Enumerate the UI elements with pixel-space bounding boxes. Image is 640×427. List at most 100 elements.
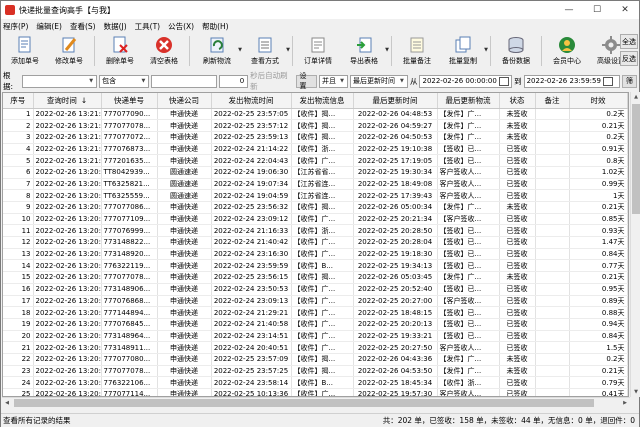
table-row[interactable]: 202022-02-26 13:20:40773148964...申通快递202… — [3, 330, 628, 343]
toolbar-separator — [94, 36, 95, 66]
toolbar-button-1[interactable]: 修改单号 — [47, 34, 91, 68]
to-date-input[interactable]: 2022-02-26 23:59:59 — [523, 74, 621, 88]
column-header-0[interactable]: 序号 — [3, 93, 34, 109]
toolbar-button-label: 清空表格 — [150, 57, 178, 65]
scrollbar-thumb[interactable] — [632, 104, 640, 214]
toolbar-button-4[interactable]: 刷新物流 ▼ — [193, 34, 242, 68]
table-row[interactable]: 152022-02-26 13:20:40777077078...申通快递202… — [3, 271, 628, 284]
table-cell: 2022-02-24 19:06:30 — [211, 166, 292, 179]
table-cell: 申通快递 — [157, 388, 212, 396]
table-row[interactable]: 212022-02-26 13:20:40773148911...申通快递202… — [3, 341, 628, 354]
from-date-input[interactable]: 2022-02-26 00:00:00 — [419, 74, 513, 88]
toolbar-button-10[interactable]: 备份数据 — [494, 34, 538, 68]
table-cell: TT6325821... — [101, 178, 158, 191]
date-field-select[interactable]: 最后更新时间 ▼ — [350, 74, 408, 88]
scroll-up-icon[interactable]: ▲ — [631, 92, 640, 102]
settings-button[interactable]: 设置 — [295, 72, 317, 90]
table-row[interactable]: 182022-02-26 13:20:40777144894...申通快递202… — [3, 306, 628, 319]
table-row[interactable]: 172022-02-26 13:20:40777076868...申通快递202… — [3, 295, 628, 308]
column-header-8[interactable]: 状态 — [499, 93, 536, 109]
toolbar-button-9[interactable]: 批量复制 ▼ — [439, 34, 488, 68]
match-mode-select[interactable]: 包含 ▼ — [99, 74, 150, 88]
horizontal-scrollbar[interactable]: ◀ ▶ — [2, 397, 630, 407]
menu-item-2[interactable]: 查看(S) — [70, 21, 96, 32]
table-row[interactable]: 222022-02-26 13:20:40777077080...申通快递202… — [3, 353, 628, 366]
table-row[interactable]: 12022-02-26 13:21:23777077090...申通快递2022… — [3, 108, 628, 121]
table-cell: 777076999... — [101, 224, 158, 238]
column-header-10[interactable]: 时效 — [569, 93, 628, 109]
toolbar-button-5[interactable]: 查看方式 ▼ — [241, 34, 290, 68]
table-row[interactable]: 142022-02-26 13:20:40776322119...申通快递202… — [3, 259, 628, 273]
table-cell: 16 — [3, 283, 34, 296]
table-row[interactable]: 72022-02-26 13:20:51TT6325821...圆通速递2022… — [3, 178, 628, 191]
table-row[interactable]: 242022-02-26 13:20:40776322106...申通快递202… — [3, 376, 628, 389]
table-row[interactable]: 82022-02-26 13:20:49TT6325559...圆通速递2022… — [3, 189, 628, 202]
dropdown-arrow-icon[interactable]: ▼ — [286, 47, 290, 53]
dropdown-arrow-icon[interactable]: ▼ — [484, 47, 488, 53]
vertical-scrollbar[interactable]: ▲ ▼ — [630, 92, 640, 397]
table-cell: 777144894... — [101, 306, 158, 319]
table-row[interactable]: 62022-02-26 13:20:53TT8042939...圆通速递2022… — [3, 166, 628, 179]
table-cell: 申通快递 — [157, 259, 212, 273]
scroll-left-icon[interactable]: ◀ — [2, 398, 12, 408]
toolbar-button-11[interactable]: 会员中心 — [545, 34, 589, 68]
toolbar-button-0[interactable]: 添加单号 — [3, 34, 47, 68]
table-row[interactable]: 192022-02-26 13:20:40777076845...申通快递202… — [3, 318, 628, 331]
toolbar-button-3[interactable]: 清空表格 — [142, 34, 186, 68]
column-header-9[interactable]: 备注 — [535, 93, 570, 109]
menu-item-1[interactable]: 编辑(E) — [36, 21, 62, 32]
close-button[interactable]: ✕ — [611, 1, 639, 19]
table-row[interactable]: 122022-02-26 13:20:46773148822...申通快递202… — [3, 236, 628, 249]
menu-item-5[interactable]: 公告(X) — [168, 21, 194, 32]
column-header-7[interactable]: 最后更新物流 — [437, 93, 500, 109]
select-all-button[interactable]: 全选 — [620, 34, 638, 49]
column-header-6[interactable]: 最后更新时间 — [353, 93, 438, 109]
table-row[interactable]: 32022-02-26 13:21:19777077072...申通快递2022… — [3, 131, 628, 144]
menu-item-3[interactable]: 数据(J) — [104, 21, 127, 32]
table-row[interactable]: 252022-02-26 13:20:40777077114...申通快递202… — [3, 388, 628, 396]
table-cell — [535, 271, 570, 284]
column-header-5[interactable]: 发出物流信息 — [291, 93, 354, 109]
table-cell: 申通快递 — [157, 224, 212, 238]
toolbar-button-label: 会员中心 — [553, 57, 581, 65]
menu-item-4[interactable]: 工具(T) — [135, 21, 160, 32]
toolbar-button-2[interactable]: 删除单号 — [98, 34, 142, 68]
logic-select[interactable]: 并且 ▼ — [319, 74, 349, 88]
menu-item-0[interactable]: 程序(P) — [3, 21, 28, 32]
maximize-button[interactable]: ☐ — [583, 1, 611, 19]
table-row[interactable]: 22022-02-26 13:21:22777077078...申通快递2022… — [3, 119, 628, 132]
scroll-down-icon[interactable]: ▼ — [631, 387, 640, 397]
toolbar-button-8[interactable]: 批量备注 — [395, 34, 439, 68]
table-row[interactable]: 162022-02-26 13:20:40773148906...申通快递202… — [3, 283, 628, 296]
invert-selection-button[interactable]: 反选 — [620, 51, 638, 66]
scrollbar-thumb[interactable] — [14, 399, 594, 407]
table-row[interactable]: 52022-02-26 13:21:17777201635...申通快递2022… — [3, 154, 628, 167]
calendar-icon[interactable] — [602, 76, 613, 86]
toolbar-button-7[interactable]: 导出表格 ▼ — [340, 34, 389, 68]
calendar-icon[interactable] — [498, 76, 509, 86]
minimize-button[interactable]: — — [555, 1, 583, 19]
table-row[interactable]: 112022-02-26 13:20:46777076999...申通快递202… — [3, 224, 628, 238]
refresh-interval-input[interactable]: 0 — [219, 74, 249, 88]
column-header-4[interactable]: 发出物流时间 — [211, 93, 292, 109]
scroll-right-icon[interactable]: ▶ — [620, 398, 630, 408]
table-row[interactable]: 232022-02-26 13:20:40777077078...申通快递202… — [3, 365, 628, 378]
status-bar: 查看所有记录的结果 共：202 单，已签收：158 单，未签收：44 单，无信息… — [1, 413, 639, 427]
column-header-2[interactable]: 快递单号 — [101, 93, 158, 109]
filter-button[interactable]: 筛 — [622, 74, 638, 88]
table-row[interactable]: 42022-02-26 13:21:18777076873...申通快递2022… — [3, 143, 628, 156]
table-cell: 773148920... — [101, 248, 158, 261]
table-cell: 【收件】广... — [291, 236, 354, 249]
table-row[interactable]: 92022-02-26 13:20:48777077086...申通快递2022… — [3, 201, 628, 214]
filter-field-select[interactable]: ▼ — [21, 74, 98, 88]
toolbar-button-6[interactable]: 订单详情 — [296, 34, 340, 68]
keyword-input[interactable] — [151, 74, 218, 88]
table-row[interactable]: 132022-02-26 13:20:40773148920...申通快递202… — [3, 248, 628, 261]
menu-item-6[interactable]: 帮助(H) — [202, 21, 229, 32]
column-header-3[interactable]: 快递公司 — [157, 93, 212, 109]
table-row[interactable]: 102022-02-26 13:20:46777077109...申通快递202… — [3, 213, 628, 226]
table-cell: 申通快递 — [157, 213, 212, 226]
dropdown-arrow-icon[interactable]: ▼ — [385, 47, 389, 53]
table-cell: 2022-02-24 22:04:43 — [211, 154, 292, 167]
column-header-1[interactable]: 查询时间 ↓ — [33, 93, 102, 109]
